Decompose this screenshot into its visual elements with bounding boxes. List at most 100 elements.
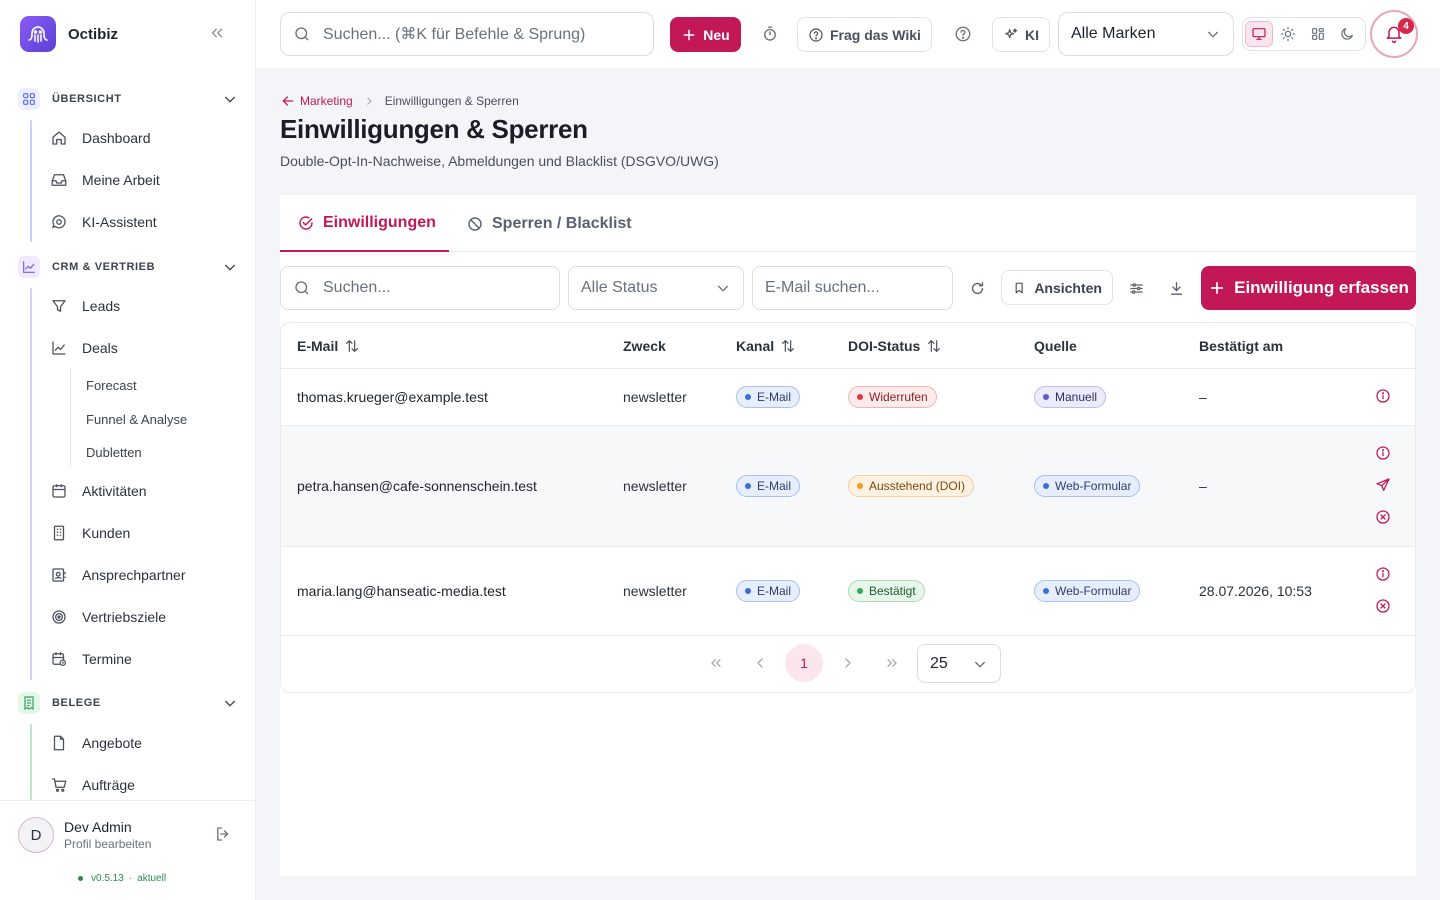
- revoke-icon[interactable]: [1375, 598, 1393, 616]
- avatar[interactable]: D: [18, 817, 54, 853]
- revoke-icon[interactable]: [1375, 509, 1393, 527]
- last-page-icon[interactable]: [873, 644, 911, 682]
- column-label: DOI-Status: [848, 338, 921, 354]
- wiki-button[interactable]: Frag das Wiki: [797, 17, 932, 52]
- views-button[interactable]: Ansichten: [1001, 270, 1113, 305]
- plus-icon: [1211, 281, 1224, 295]
- email-filter-placeholder: E-Mail suchen...: [765, 279, 880, 296]
- tab-bar: Einwilligungen Sperren / Blacklist: [280, 195, 1416, 252]
- page-size-value: 25: [930, 654, 948, 672]
- source-badge: Web-Formular: [1034, 475, 1141, 497]
- table-search-input[interactable]: Suchen...: [280, 266, 560, 310]
- sidebar-item-leads[interactable]: Leads: [50, 294, 120, 318]
- page-size-select[interactable]: 25: [917, 644, 1001, 683]
- prev-page-icon[interactable]: [741, 644, 779, 682]
- doi-status-badge: Bestätigt: [848, 580, 925, 602]
- notification-count: 4: [1398, 18, 1414, 34]
- status-dot: [78, 876, 83, 881]
- status-dot: [857, 394, 863, 400]
- sidebar-subitem-funnel[interactable]: Funnel & Analyse: [86, 412, 187, 427]
- sidebar-item-ansprechpartner[interactable]: Ansprechpartner: [50, 563, 186, 587]
- column-email[interactable]: E-Mail: [297, 323, 360, 369]
- page-subtitle: Double-Opt-In-Nachweise, Abmeldungen und…: [280, 153, 719, 169]
- logout-icon[interactable]: [214, 825, 232, 843]
- section-belege[interactable]: BELEGE: [18, 692, 240, 714]
- version-number: v0.5.13: [91, 873, 124, 884]
- sidebar-item-vertriebsziele[interactable]: Vertriebsziele: [50, 605, 166, 629]
- badge-label: Bestätigt: [869, 584, 916, 598]
- first-page-icon[interactable]: [697, 644, 735, 682]
- info-icon[interactable]: [1375, 388, 1393, 406]
- sliders-icon[interactable]: [1124, 276, 1148, 300]
- tab-sperren[interactable]: Sperren / Blacklist: [466, 195, 632, 252]
- profile-link[interactable]: Profil bearbeiten: [64, 837, 151, 851]
- sidebar-subitem-forecast[interactable]: Forecast: [86, 378, 137, 393]
- new-button[interactable]: Neu: [670, 17, 741, 52]
- table-row[interactable]: petra.hansen@cafe-sonnenschein.test news…: [281, 426, 1415, 547]
- breadcrumb-parent[interactable]: Marketing: [280, 93, 353, 109]
- table-row[interactable]: maria.lang@hanseatic-media.test newslett…: [281, 547, 1415, 636]
- sidebar: Octibiz ÜBERSICHT Dashboard Meine Arbeit…: [0, 0, 256, 900]
- column-doi-status[interactable]: DOI-Status: [848, 323, 942, 369]
- notifications-button[interactable]: 4: [1370, 10, 1418, 58]
- brand[interactable]: Octibiz: [20, 16, 118, 52]
- sidebar-item-kunden[interactable]: Kunden: [50, 521, 130, 545]
- section-uebersicht[interactable]: ÜBERSICHT: [18, 88, 240, 110]
- sun-icon[interactable]: [1275, 21, 1302, 47]
- global-search-input[interactable]: Suchen... (⌘K für Befehle & Sprung): [280, 12, 654, 56]
- sidebar-item-label: Leads: [82, 298, 121, 314]
- document-icon: [53, 735, 65, 751]
- sidebar-item-auftraege[interactable]: Aufträge: [50, 773, 135, 797]
- refresh-icon[interactable]: [965, 276, 989, 300]
- topbar: Suchen... (⌘K für Befehle & Sprung) Neu …: [256, 0, 1440, 68]
- badge-label: Manuell: [1055, 390, 1098, 404]
- next-page-icon[interactable]: [829, 644, 867, 682]
- receipt-icon: [18, 692, 40, 714]
- email-filter-input[interactable]: E-Mail suchen...: [752, 266, 953, 310]
- sidebar-item-label: Angebote: [82, 735, 142, 751]
- moon-icon[interactable]: [1334, 21, 1361, 47]
- check-circle-icon: [299, 215, 313, 230]
- separator: ·: [128, 873, 133, 884]
- download-icon[interactable]: [1164, 276, 1188, 300]
- brand-select-value: Alle Marken: [1071, 25, 1156, 42]
- ai-button[interactable]: KI: [992, 17, 1050, 52]
- badge-label: Widerrufen: [869, 390, 928, 404]
- chevron-down-icon: [1207, 31, 1219, 38]
- info-icon[interactable]: [1375, 445, 1393, 463]
- confirmed-cell: 28.07.2026, 10:53: [1199, 583, 1312, 599]
- monitor-icon[interactable]: [1245, 21, 1273, 47]
- sidebar-item-aktivitaeten[interactable]: Aktivitäten: [50, 479, 147, 503]
- sidebar-item-meine-arbeit[interactable]: Meine Arbeit: [50, 168, 160, 192]
- sidebar-item-label: Dashboard: [82, 130, 151, 146]
- brand-select[interactable]: Alle Marken: [1058, 12, 1234, 56]
- sidebar-item-ki-assistent[interactable]: KI-Assistent: [50, 210, 157, 234]
- section-label: ÜBERSICHT: [52, 93, 122, 105]
- status-filter-select[interactable]: Alle Status: [568, 266, 744, 310]
- confirmed-cell: –: [1199, 389, 1207, 405]
- sidebar-item-label: Termine: [82, 651, 132, 667]
- tab-einwilligungen[interactable]: Einwilligungen: [280, 195, 449, 252]
- grid-icon: [18, 88, 40, 110]
- sidebar-subitem-dubletten[interactable]: Dubletten: [86, 445, 142, 460]
- collapse-sidebar-icon[interactable]: [208, 24, 230, 46]
- sidebar-item-dashboard[interactable]: Dashboard: [50, 126, 151, 150]
- section-crm[interactable]: CRM & VERTRIEB: [18, 256, 240, 278]
- sidebar-item-termine[interactable]: Termine: [50, 647, 132, 671]
- send-icon[interactable]: [1375, 477, 1393, 495]
- help-icon[interactable]: [951, 22, 975, 46]
- table-row[interactable]: thomas.krueger@example.test newsletter E…: [281, 369, 1415, 426]
- add-consent-button[interactable]: Einwilligung erfassen: [1201, 266, 1416, 310]
- column-channel[interactable]: Kanal: [736, 323, 796, 369]
- trend-icon: [52, 341, 66, 355]
- badge-label: Ausstehend (DOI): [869, 479, 966, 493]
- column-label: Bestätigt am: [1199, 338, 1284, 354]
- timer-icon[interactable]: [758, 22, 782, 46]
- page-button-current[interactable]: 1: [785, 644, 823, 682]
- sidebar-item-deals[interactable]: Deals: [50, 336, 118, 360]
- sidebar-item-angebote[interactable]: Angebote: [50, 731, 142, 755]
- email-cell: maria.lang@hanseatic-media.test: [297, 583, 506, 599]
- info-icon[interactable]: [1375, 566, 1393, 584]
- source-badge: Web-Formular: [1034, 580, 1141, 602]
- layout-grid-icon[interactable]: [1304, 21, 1331, 47]
